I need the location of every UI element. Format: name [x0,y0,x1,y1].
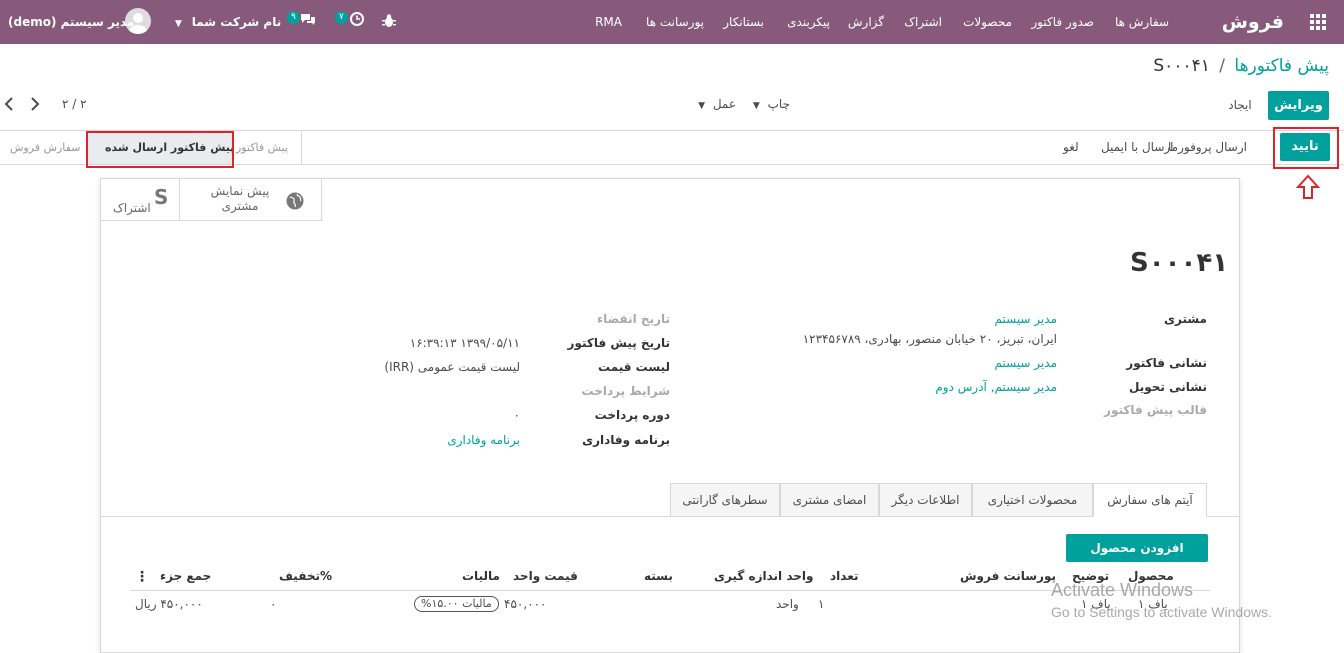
quotation-date-value[interactable]: ۱۳۹۹/۰۵/۱۱ ۱۶:۳۹:۱۳ [410,336,520,350]
activity-clock-icon[interactable]: ۷ [335,11,367,31]
globe-icon [286,192,304,210]
top-navbar: فروش سفارش ها صدور فاکتور محصولات اشتراک… [0,0,1344,44]
company-name: نام شرکت شما [191,15,282,29]
pager-previous-icon[interactable] [4,97,16,111]
menu-subscriptions[interactable]: اشتراک [904,0,942,44]
activate-windows-title: Activate Windows [1051,580,1194,600]
menu-rma[interactable]: RMA [595,0,622,44]
tab-warranty-lines[interactable]: سطرهای گارانتی [670,483,780,517]
col-commission[interactable]: پورسانت فروش [960,569,1056,583]
print-dropdown[interactable]: چاپ ▼ [748,97,790,111]
action-label: عمل [712,97,736,111]
stage-sale-order[interactable]: سفارش فروش [10,141,80,154]
breadcrumb-separator: / [1219,56,1225,76]
pricelist-value[interactable]: لیست قیمت عمومی (IRR) [384,360,520,374]
brand-title[interactable]: فروش [1222,0,1284,44]
activity-count-badge: ۷ [335,11,348,24]
cell-tax-tag[interactable]: مالیات ۱۵.۰۰% [414,596,499,612]
activate-windows-subtitle: Go to Settings to activate Windows. [1051,604,1272,620]
customer-address: ایران، تبریز، ۲۰ خیابان منصور، بهادری، ۱… [802,332,1057,346]
cell-subtotal: ۴۵۰,۰۰۰ ریال [135,597,203,611]
breadcrumb-current: S۰۰۰۴۱ [1153,56,1210,76]
caret-down-icon: ▼ [175,19,182,29]
add-subscription-product-button[interactable]: افزودن محصول اشتراک [1066,534,1208,583]
messages-count-badge: ۹ [287,11,300,24]
debug-bug-icon[interactable] [382,13,396,29]
breadcrumb: پیش فاکتورها / S۰۰۰۴۱ [1153,56,1329,76]
stages-divider [301,131,302,164]
caret-down-icon: ▼ [752,101,760,111]
tab-customer-signature[interactable]: امضای مشتری [780,483,879,517]
customer-preview-button[interactable]: پیش نمایش مشتری [179,179,322,221]
loyalty-program-value[interactable]: برنامه وفاداری [447,433,520,447]
send-by-email-button[interactable]: ارسال با ایمیل [1101,140,1174,154]
tab-order-lines[interactable]: آیتم های سفارش [1093,483,1207,517]
menu-commissions[interactable]: پورسانت ها [646,0,704,44]
tab-other-info[interactable]: اطلاعات دیگر [879,483,972,517]
col-taxes[interactable]: مالیات [462,569,500,583]
up-arrow-annotation-icon [1295,174,1321,200]
col-discount[interactable]: تخفیف% [279,569,332,583]
pricelist-label: لیست قیمت [598,360,670,374]
send-proforma-button[interactable]: ارسال پروفورما [1168,140,1247,154]
col-uom[interactable]: واحد اندازه گیری [714,569,814,583]
menu-reporting[interactable]: گزارش [848,0,884,44]
apps-menu-icon[interactable] [1310,14,1326,30]
pager-next-icon[interactable] [30,97,42,111]
customer-label: مشتری [1163,312,1207,326]
menu-invoicing[interactable]: صدور فاکتور [1031,0,1094,44]
caret-down-icon: ▼ [698,101,705,111]
cell-quantity[interactable]: ۱ [818,597,824,611]
table-header-line [130,590,1210,591]
col-subtotal[interactable]: جمع جزء [160,569,211,583]
tab-optional-products[interactable]: محصولات اختیاری [972,483,1093,517]
payment-period-label: دوره پرداخت [594,408,670,422]
customer-value[interactable]: مدیر سیستم [995,312,1058,326]
quotation-template-label: قالب پیش فاکتور [1104,403,1207,417]
pager-value[interactable]: ۲ / ۲ [62,97,87,111]
menu-creditor[interactable]: بستانکار [723,0,764,44]
cell-unit-price[interactable]: ۴۵۰,۰۰۰ [504,597,547,611]
invoice-address-label: نشانی فاکتور [1126,356,1207,370]
confirm-button[interactable]: تایید [1280,133,1330,161]
subscription-button[interactable]: S اشتراک [101,179,179,221]
invoice-address-value[interactable]: مدیر سیستم [995,356,1058,370]
order-name: S۰۰۰۴۱ [1130,248,1229,278]
menu-products[interactable]: محصولات [963,0,1012,44]
cell-uom[interactable]: واحد [776,597,799,611]
column-options-icon[interactable]: ⋮ [135,569,149,585]
quotation-date-label: تاریخ پیش فاکتور [567,336,670,350]
menu-configuration[interactable]: پیکربندی [787,0,830,44]
customer-preview-label: پیش نمایش مشتری [210,184,270,213]
payment-period-value[interactable]: ۰ [514,408,520,422]
col-package[interactable]: بسته [644,569,673,583]
payment-terms-label: شرایط پرداخت [581,384,670,398]
delivery-address-label: نشانی تحویل [1129,380,1207,394]
messages-chat-icon[interactable]: ۹ [287,11,319,31]
edit-button[interactable]: ویرایش [1268,91,1329,120]
stage-highlight-box [86,131,234,168]
expiry-label: تاریخ انقضاء [597,312,670,326]
user-menu[interactable]: مدیر سیستم (demo) [8,0,134,44]
print-label: چاپ [767,97,790,111]
subscription-label: اشتراک [113,201,151,215]
action-dropdown[interactable]: عمل ▼ [694,97,736,111]
subscription-icon: S [154,185,169,209]
delivery-address-value[interactable]: مدیر سیستم, آدرس دوم [935,380,1057,394]
loyalty-program-label: برنامه وفاداری [582,433,670,447]
stage-quotation[interactable]: پیش فاکتور [236,141,288,154]
menu-orders[interactable]: سفارش ها [1115,0,1169,44]
cell-discount[interactable]: ۰ [270,597,276,611]
col-unit-price[interactable]: قیمت واحد [513,569,578,583]
col-quantity[interactable]: تعداد [830,569,858,583]
cancel-button[interactable]: لغو [1063,140,1079,154]
breadcrumb-parent[interactable]: پیش فاکتورها [1234,56,1329,76]
create-button[interactable]: ایجاد [1220,98,1260,112]
company-switcher[interactable]: نام شرکت شما ▼ [175,0,281,44]
